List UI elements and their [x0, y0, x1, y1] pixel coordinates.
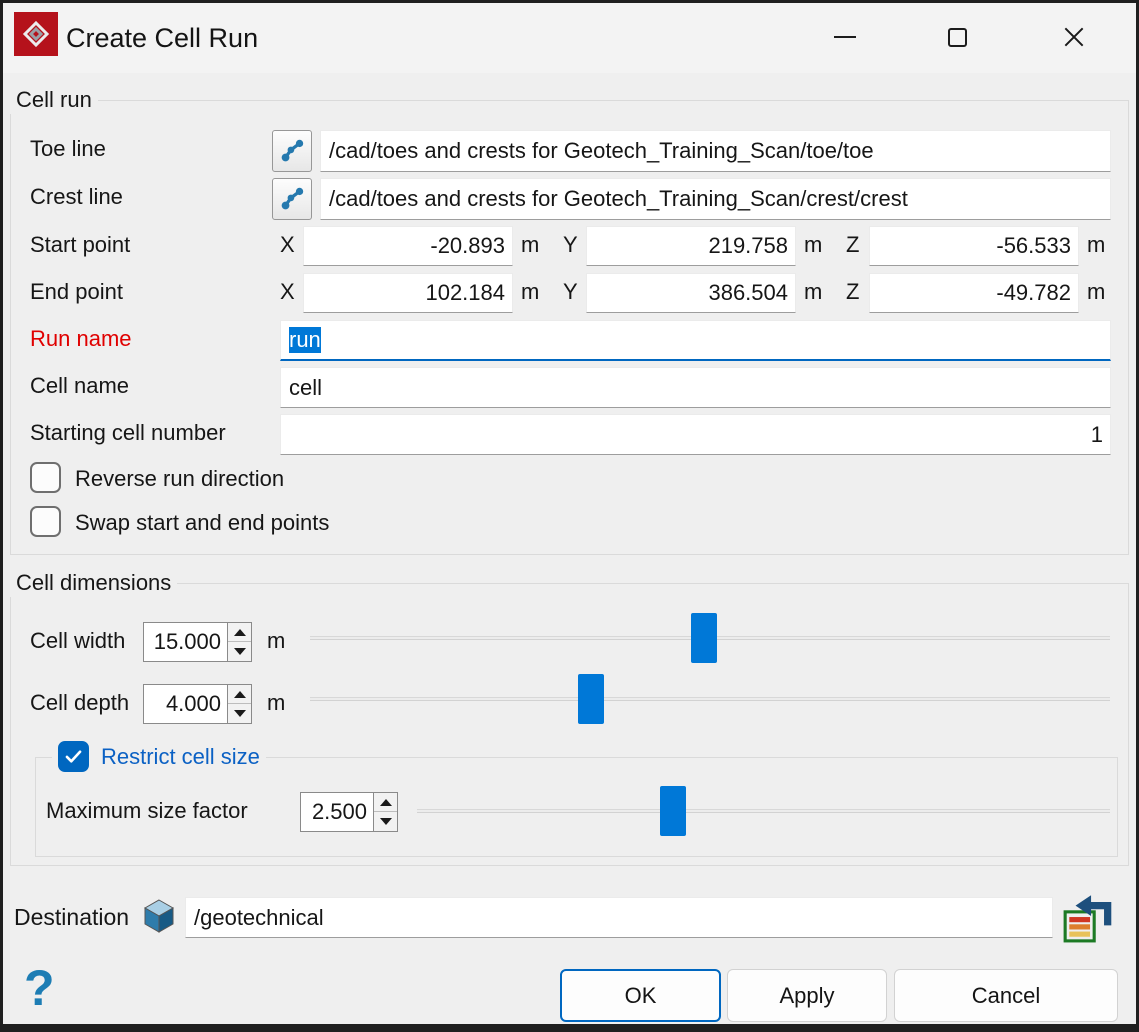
cell-depth-spinner [228, 684, 252, 724]
axis-z-label: Z [846, 232, 860, 257]
destination-input[interactable]: /geotechnical [185, 897, 1053, 938]
starting-cell-number-label: Starting cell number [30, 420, 226, 445]
arrow-up-icon [379, 798, 392, 806]
end-z-input[interactable]: -49.782 [869, 273, 1079, 313]
slider-handle[interactable] [660, 786, 686, 836]
slider-handle[interactable] [691, 613, 717, 663]
destination-container-button[interactable] [1062, 888, 1116, 949]
spin-up-button[interactable] [374, 793, 397, 812]
maximize-button[interactable] [934, 14, 980, 60]
maximize-icon [947, 27, 967, 47]
arrow-down-icon [379, 818, 392, 825]
axis-y-label: Y [563, 279, 578, 304]
spin-down-button[interactable] [228, 642, 251, 661]
cube-icon [142, 898, 176, 939]
start-y-input[interactable]: 219.758 [586, 226, 796, 266]
arrow-up-icon [233, 690, 246, 698]
cancel-button[interactable]: Cancel [894, 969, 1118, 1022]
reverse-run-direction-label[interactable]: Reverse run direction [75, 466, 284, 492]
cell-name-input[interactable]: cell [280, 367, 1111, 408]
unit-label: m [521, 232, 540, 257]
restrict-cell-size-checkbox[interactable] [58, 741, 89, 772]
close-button[interactable] [1051, 14, 1097, 60]
toe-line-picker-button[interactable] [272, 130, 312, 172]
destination-label: Destination [14, 904, 130, 930]
unit-label: m [521, 279, 540, 304]
maximum-size-factor-spinner [374, 792, 398, 832]
toe-line-label: Toe line [30, 136, 106, 161]
swap-start-end-label[interactable]: Swap start and end points [75, 510, 329, 536]
cell-run-group-label: Cell run [10, 86, 98, 114]
restrict-cell-size-label[interactable]: Restrict cell size [101, 743, 260, 771]
cell-depth-label: Cell depth [30, 690, 130, 715]
axis-x-label: X [280, 232, 295, 257]
unit-label: m [1087, 279, 1106, 304]
apply-button[interactable]: Apply [727, 969, 887, 1022]
end-y-input[interactable]: 386.504 [586, 273, 796, 313]
end-point-label: End point [30, 279, 123, 304]
close-icon [1064, 27, 1084, 47]
cell-width-spinner [228, 622, 252, 662]
polyline-icon [281, 187, 304, 210]
crest-line-input[interactable]: /cad/toes and crests for Geotech_Trainin… [320, 178, 1111, 220]
slider-handle[interactable] [578, 674, 604, 724]
start-point-label: Start point [30, 232, 131, 257]
unit-label: m [267, 628, 286, 653]
axis-x-label: X [280, 279, 295, 304]
slider-track[interactable] [310, 697, 1110, 701]
maximum-size-factor-slider[interactable] [417, 786, 1110, 836]
axis-y-label: Y [563, 232, 578, 257]
restrict-cell-size-title: Restrict cell size [52, 741, 266, 772]
container-arrow-icon [1063, 895, 1112, 943]
starting-cell-number-input[interactable]: 1 [280, 414, 1111, 455]
crest-line-picker-button[interactable] [272, 178, 312, 220]
spin-down-button[interactable] [374, 812, 397, 831]
cell-dimensions-group-label: Cell dimensions [10, 569, 178, 597]
axis-z-label: Z [846, 279, 860, 304]
checkmark-icon [65, 750, 82, 763]
spin-up-button[interactable] [228, 685, 251, 704]
unit-label: m [1087, 232, 1106, 257]
crest-line-label: Crest line [30, 184, 123, 209]
slider-track[interactable] [417, 809, 1110, 813]
start-x-input[interactable]: -20.893 [303, 226, 513, 266]
spin-down-button[interactable] [228, 704, 251, 723]
arrow-up-icon [233, 628, 246, 636]
cell-width-input[interactable]: 15.000 [143, 622, 228, 662]
window-title: Create Cell Run [66, 23, 259, 53]
ok-button[interactable]: OK [560, 969, 721, 1022]
run-name-input[interactable]: run [280, 320, 1111, 361]
start-z-input[interactable]: -56.533 [869, 226, 1079, 266]
unit-label: m [804, 279, 823, 304]
end-x-input[interactable]: 102.184 [303, 273, 513, 313]
selected-text: run [289, 327, 321, 353]
cell-width-slider[interactable] [310, 613, 1110, 663]
maximum-size-factor-input[interactable]: 2.500 [300, 792, 374, 832]
cell-name-label: Cell name [30, 373, 130, 398]
help-icon[interactable]: ? [24, 961, 55, 1015]
swap-start-end-checkbox[interactable] [30, 506, 61, 537]
cell-depth-slider[interactable] [310, 674, 1110, 724]
minimize-button[interactable] [822, 14, 868, 60]
maximum-size-factor-label: Maximum size factor [46, 798, 248, 823]
polyline-icon [281, 139, 304, 162]
reverse-run-direction-checkbox[interactable] [30, 462, 61, 493]
cell-depth-input[interactable]: 4.000 [143, 684, 228, 724]
unit-label: m [804, 232, 823, 257]
app-icon [14, 12, 58, 56]
run-name-label: Run name [30, 326, 132, 351]
toe-line-input[interactable]: /cad/toes and crests for Geotech_Trainin… [320, 130, 1111, 172]
titlebar: Create Cell Run [3, 3, 1136, 73]
create-cell-run-dialog: Create Cell Run Cell run Toe line /cad/t… [0, 0, 1139, 1032]
cell-width-label: Cell width [30, 628, 126, 653]
arrow-down-icon [233, 710, 246, 717]
minimize-icon [834, 36, 856, 38]
spin-up-button[interactable] [228, 623, 251, 642]
arrow-down-icon [233, 648, 246, 655]
unit-label: m [267, 690, 286, 715]
